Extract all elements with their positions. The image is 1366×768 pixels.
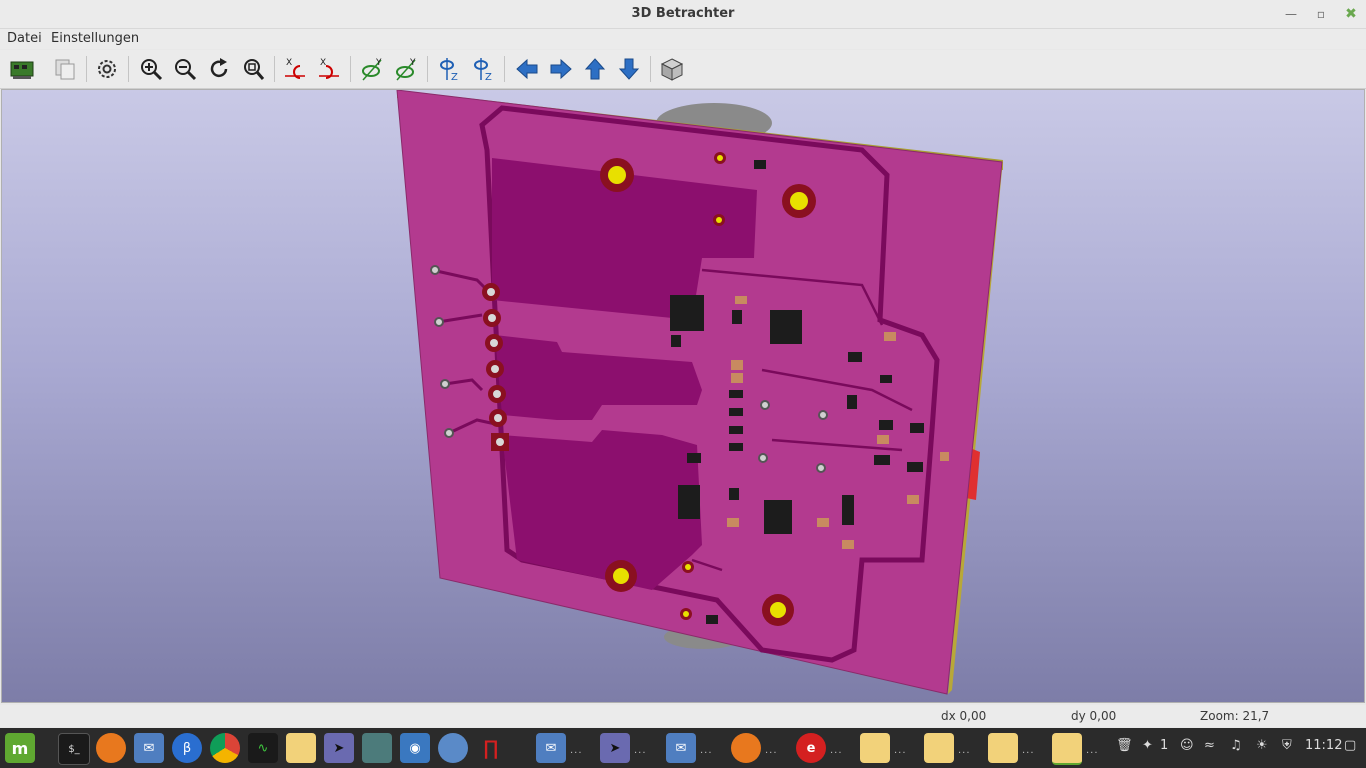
svg-text:Z: Z (485, 72, 492, 82)
rotate-y-ccw-icon: Y (396, 58, 416, 81)
toolbar-separator (504, 56, 505, 82)
pcb-3d-render (396, 90, 1003, 695)
magnifier-icon[interactable] (438, 733, 468, 763)
orthographic-button[interactable] (657, 53, 687, 85)
svg-text:Y: Y (409, 58, 416, 68)
rotate-x-cw-icon: X (285, 58, 305, 79)
wifi-icon[interactable]: ≈ (1204, 738, 1215, 753)
kicad-select-window[interactable]: ➤... (600, 733, 646, 763)
zoom-out-button[interactable] (170, 53, 200, 85)
red-app-window[interactable]: e... (796, 733, 842, 763)
toolbar-separator (86, 56, 87, 82)
window-title: 3D Betrachter (631, 6, 735, 21)
kicad-window-1[interactable]: ... (860, 733, 906, 763)
show-desktop-icon[interactable]: ▢ (1344, 738, 1356, 753)
chrome-icon[interactable] (210, 733, 240, 763)
status-bar: dx 0,00 dy 0,00 Zoom: 21,7 (0, 705, 1366, 727)
kicad-pcb-icon[interactable] (286, 733, 316, 763)
rotate-z-cw-icon: Z (440, 58, 458, 82)
firefox-icon[interactable] (96, 733, 126, 763)
rotate-z-ccw-icon: Z (474, 58, 492, 82)
status-zoom: Zoom: 21,7 (1200, 709, 1270, 723)
zoom-out-icon (175, 59, 197, 81)
rotate-y-cw-button[interactable]: Y (357, 53, 387, 85)
toolbar-separator (274, 56, 275, 82)
red-app-icon[interactable]: ∏ (476, 733, 506, 763)
display-icon[interactable] (362, 733, 392, 763)
rotate-x-ccw-icon: X (319, 58, 339, 79)
toolbar-separator (350, 56, 351, 82)
pan-right-button[interactable] (546, 53, 576, 85)
zoom-in-icon (141, 59, 163, 81)
zoom-fit-icon (244, 59, 265, 80)
brightness-icon[interactable]: ☀ (1256, 738, 1268, 753)
redraw-icon (210, 58, 228, 78)
pan-down-button[interactable] (614, 53, 644, 85)
arrow-right-icon (550, 58, 572, 80)
maximize-button[interactable]: ▫ (1311, 4, 1331, 24)
clock[interactable]: 11:12 (1305, 738, 1342, 753)
trash-icon[interactable]: 🗑 (1116, 738, 1133, 753)
arrow-left-icon (516, 58, 538, 80)
status-dy: dy 0,00 (1071, 709, 1117, 723)
mail-window[interactable]: ✉... (536, 733, 582, 763)
copy-image-button[interactable] (50, 53, 80, 85)
firefox-window[interactable]: ... (731, 733, 777, 763)
kicad-window-4[interactable]: ... (1052, 733, 1098, 765)
system-monitor-icon[interactable]: ∿ (248, 733, 278, 763)
reload-icon (10, 61, 34, 79)
svg-text:Y: Y (375, 58, 382, 68)
zoom-in-button[interactable] (136, 53, 166, 85)
rotate-z-ccw-button[interactable]: Z (468, 53, 498, 85)
menu-einstellungen[interactable]: Einstellungen (51, 31, 139, 46)
gear-icon (98, 60, 116, 78)
redraw-button[interactable] (204, 53, 234, 85)
cube-icon (660, 58, 684, 81)
menu-icon[interactable]: m (5, 733, 35, 763)
svg-text:X: X (286, 58, 292, 68)
menu-datei[interactable]: Datei (7, 31, 42, 46)
toolbar-separator (427, 56, 428, 82)
toolbar: X X Y Y Z Z (0, 50, 1366, 89)
pan-left-button[interactable] (512, 53, 542, 85)
reload-board-button[interactable] (7, 53, 37, 85)
user-icon[interactable]: ☺ (1180, 738, 1194, 753)
zoom-fit-button[interactable] (238, 53, 268, 85)
menu-bar: Datei Einstellungen (0, 29, 1366, 49)
kicad-window-3[interactable]: ... (988, 733, 1034, 763)
minimize-button[interactable]: — (1281, 4, 1301, 24)
kicad-select-icon[interactable]: ➤ (324, 733, 354, 763)
toolbar-separator (650, 56, 651, 82)
settings-button[interactable] (92, 53, 122, 85)
volume-icon[interactable]: ♫ (1230, 738, 1242, 753)
svg-text:X: X (320, 58, 326, 68)
mail-icon[interactable]: ✉ (134, 733, 164, 763)
taskbar: m $_ ✉ β ∿ ➤ ◉ ∏ ✉... ➤... ✉... ... e...… (0, 728, 1366, 768)
rotate-x-ccw-button[interactable]: X (314, 53, 344, 85)
svg-text:Z: Z (451, 72, 458, 82)
rotate-y-ccw-button[interactable]: Y (391, 53, 421, 85)
terminal-icon[interactable]: $_ (58, 733, 90, 765)
title-bar: 3D Betrachter — ▫ ✖ (0, 0, 1366, 29)
bluetooth-icon[interactable]: β (172, 733, 202, 763)
toolbar-separator (128, 56, 129, 82)
mail-window-2[interactable]: ✉... (666, 733, 712, 763)
shield-icon[interactable]: ⛨ (1282, 738, 1292, 753)
rotate-x-cw-button[interactable]: X (280, 53, 310, 85)
screenshot-icon[interactable]: ◉ (400, 733, 430, 763)
rotate-y-cw-icon: Y (362, 58, 382, 81)
status-dx: dx 0,00 (941, 709, 987, 723)
arrow-up-icon (584, 58, 606, 80)
close-button[interactable]: ✖ (1341, 4, 1361, 24)
notification-count: 1 (1160, 738, 1169, 753)
3d-viewport[interactable] (1, 89, 1365, 703)
pan-up-button[interactable] (580, 53, 610, 85)
arrow-down-icon (618, 58, 640, 80)
notification-icon[interactable]: ✦ (1142, 738, 1153, 753)
copy-icon (55, 59, 75, 80)
kicad-window-2[interactable]: ... (924, 733, 970, 763)
rotate-z-cw-button[interactable]: Z (434, 53, 464, 85)
